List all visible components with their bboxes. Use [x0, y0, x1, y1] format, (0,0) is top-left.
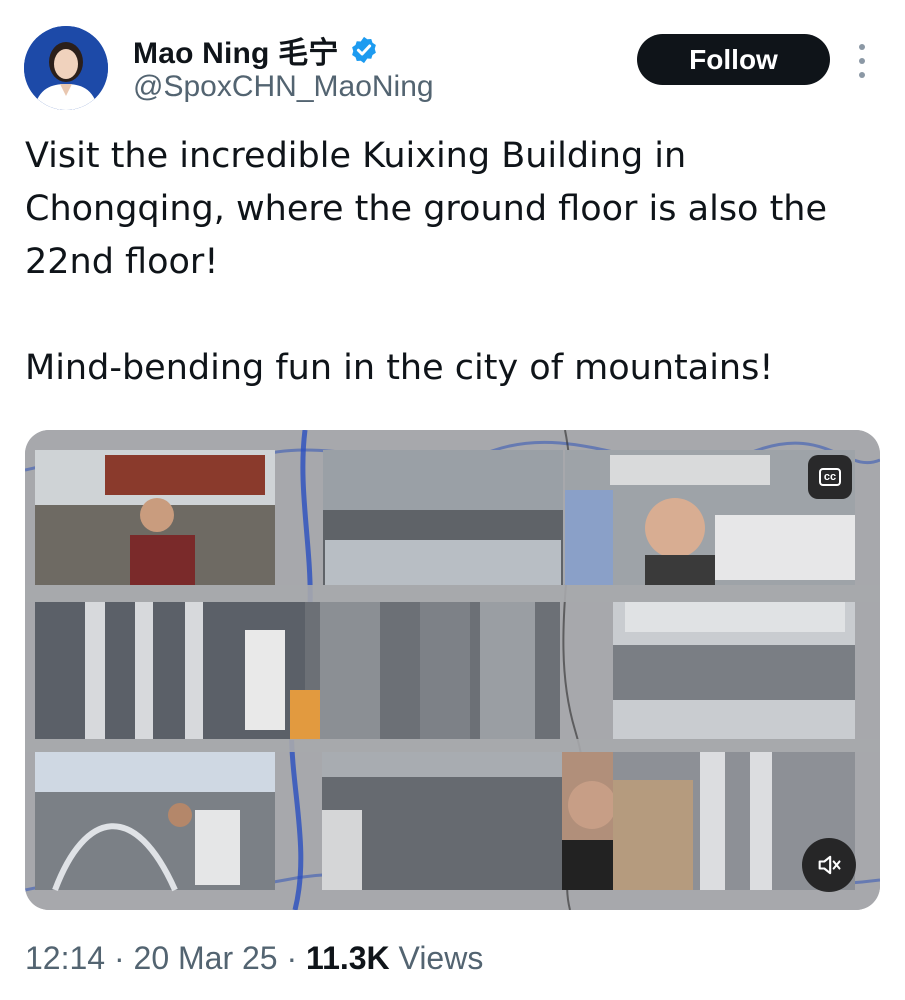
views-count: 11.3K	[306, 940, 390, 976]
meta-separator: ·	[113, 940, 125, 976]
closed-captions-button[interactable]: cc	[808, 455, 852, 499]
tweet-date[interactable]: 20 Mar 25	[134, 940, 278, 976]
speaker-muted-glyph	[818, 855, 841, 875]
video-thumbnail	[25, 430, 880, 910]
speaker-muted-icon[interactable]	[802, 838, 856, 892]
tweet-paragraph: Mind-bending fun in the city of mountain…	[25, 348, 774, 388]
verified-badge-icon	[351, 36, 376, 64]
avatar[interactable]	[24, 26, 108, 110]
tweet-time[interactable]: 12:14	[25, 940, 105, 976]
author-display-name[interactable]: Mao Ning 毛宁	[133, 28, 339, 72]
views-label: Views	[398, 940, 484, 976]
meta-separator: ·	[286, 940, 298, 976]
follow-button[interactable]: Follow	[637, 34, 830, 85]
video-player[interactable]: cc	[25, 430, 880, 910]
author-name-row[interactable]: Mao Ning 毛宁	[133, 28, 379, 72]
more-vertical-icon[interactable]	[852, 44, 872, 78]
cc-label: cc	[818, 468, 842, 486]
tweet-meta: 12:14 · 20 Mar 25 · 11.3K Views	[25, 940, 483, 977]
tweet-text: Visit the incredible Kuixing Building in…	[25, 130, 885, 395]
tweet-paragraph: Visit the incredible Kuixing Building in…	[25, 136, 828, 282]
author-handle[interactable]: @SpoxCHN_MaoNing	[133, 70, 434, 104]
avatar-photo	[24, 26, 108, 110]
